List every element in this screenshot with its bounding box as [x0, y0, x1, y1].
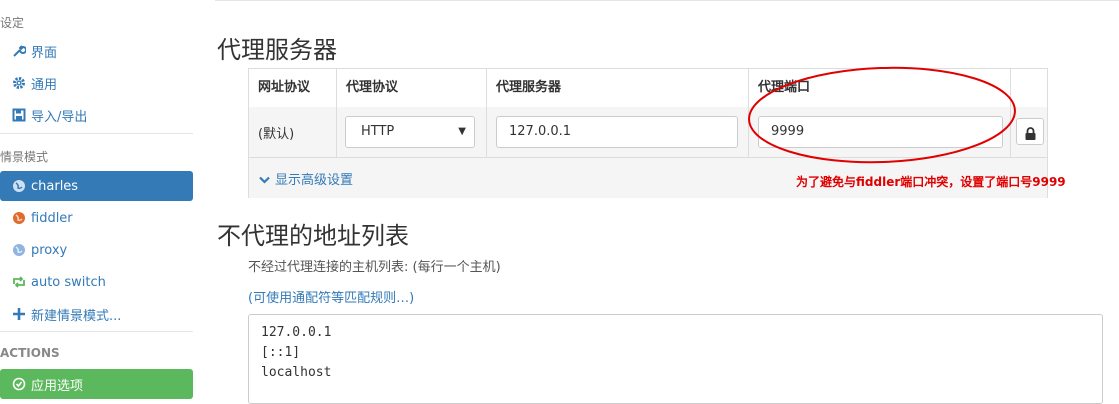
- sidebar-item-import-export[interactable]: 导入/导出: [0, 100, 193, 130]
- scheme-cell: (默认): [249, 107, 337, 157]
- globe-icon: [12, 243, 26, 257]
- sidebar-item-label: auto switch: [31, 274, 106, 290]
- show-advanced-label: 显示高级设置: [275, 173, 354, 188]
- top-divider: [215, 0, 1119, 1]
- server-cell: 127.0.0.1: [487, 107, 749, 157]
- chevron-down-icon: [259, 173, 271, 188]
- header-protocol: 代理协议: [337, 69, 487, 107]
- sidebar-divider: [0, 133, 193, 134]
- sidebar-item-fiddler[interactable]: fiddler: [0, 203, 193, 233]
- sidebar-item-auto-switch[interactable]: auto switch: [0, 267, 193, 297]
- profiles-header: 情景模式: [0, 150, 49, 164]
- sidebar-item-label: charles: [31, 178, 79, 194]
- actions-header: ACTIONS: [0, 346, 60, 360]
- sidebar-item-proxy[interactable]: proxy: [0, 235, 193, 265]
- bypass-section-title: 不代理的地址列表: [217, 222, 409, 250]
- globe-icon: [12, 211, 26, 225]
- check-circle-icon: [12, 377, 26, 391]
- retweet-icon: [12, 275, 26, 289]
- sidebar-item-label: 新建情景模式...: [31, 308, 122, 324]
- bypass-list-textarea[interactable]: 127.0.0.1 [::1] localhost: [248, 314, 1103, 404]
- sidebar-item-label: fiddler: [31, 210, 73, 226]
- sidebar-item-new-profile[interactable]: 新建情景模式...: [0, 299, 193, 329]
- sidebar-item-general[interactable]: 通用: [0, 68, 193, 98]
- floppy-icon: [12, 108, 26, 122]
- wrench-icon: [12, 44, 27, 58]
- sidebar-item-label: 界面: [31, 45, 58, 61]
- annotation-text: 为了避免与fiddler端口冲突，设置了端口号9999: [796, 175, 1066, 189]
- apply-options-label: 应用选项: [31, 378, 84, 394]
- protocol-cell: HTTP ▼: [337, 107, 487, 157]
- apply-options-button[interactable]: 应用选项: [0, 369, 193, 399]
- globe-icon: [12, 179, 26, 193]
- sidebar-item-charles[interactable]: charles: [0, 171, 193, 201]
- settings-header: 设定: [0, 16, 25, 30]
- sidebar-item-label: proxy: [31, 242, 68, 258]
- lock-icon: [1025, 125, 1036, 144]
- header-scheme: 网址协议: [249, 69, 337, 107]
- header-server: 代理服务器: [487, 69, 749, 107]
- wildcard-rules-link[interactable]: (可使用通配符等匹配规则…): [248, 287, 414, 306]
- sidebar: 设定 界面 通用 导入/导出 情景模式 charles fiddler prox…: [0, 0, 200, 399]
- proxy-section-title: 代理服务器: [217, 36, 337, 64]
- show-advanced-link[interactable]: 显示高级设置: [259, 169, 353, 188]
- bypass-help-text: 不经过代理连接的主机列表: (每行一个主机): [248, 260, 501, 275]
- protocol-select-value: HTTP: [361, 124, 395, 139]
- plus-icon: [12, 307, 26, 321]
- auth-lock-button[interactable]: [1016, 118, 1044, 145]
- scheme-value: (默认): [258, 127, 295, 142]
- caret-down-icon: ▼: [458, 126, 466, 137]
- sidebar-item-label: 导入/导出: [31, 109, 88, 125]
- proxy-server-input[interactable]: 127.0.0.1: [496, 116, 738, 148]
- sidebar-item-interface[interactable]: 界面: [0, 36, 193, 66]
- sidebar-divider: [0, 331, 193, 332]
- gear-icon: [12, 76, 26, 90]
- sidebar-item-label: 通用: [31, 77, 58, 93]
- annotation-ellipse: [748, 66, 1016, 164]
- protocol-select[interactable]: HTTP ▼: [345, 116, 475, 148]
